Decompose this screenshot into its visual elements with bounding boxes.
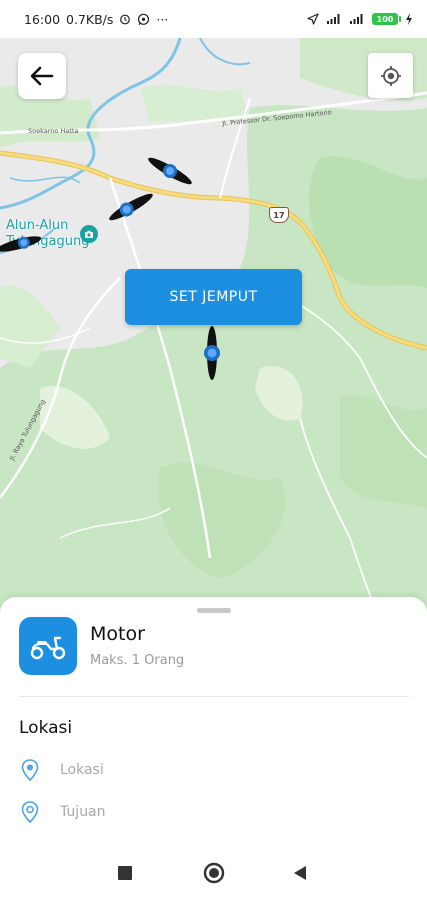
divider xyxy=(19,696,409,697)
pickup-location-field[interactable]: Lokasi xyxy=(19,759,409,781)
pickup-pin-icon xyxy=(19,759,41,781)
pickup-motorbike-icon xyxy=(204,326,220,380)
recent-apps-button[interactable] xyxy=(95,845,155,900)
system-nav-bar xyxy=(0,845,427,900)
back-arrow-icon xyxy=(30,66,54,86)
set-pickup-button[interactable]: SET JEMPUT xyxy=(125,269,302,325)
triangle-back-icon xyxy=(294,865,306,880)
signal-icon xyxy=(326,13,342,25)
destination-location-field[interactable]: Tujuan xyxy=(19,801,409,823)
charging-icon xyxy=(405,13,413,25)
sheet-drag-handle[interactable] xyxy=(197,608,231,613)
square-icon xyxy=(118,865,132,880)
signal-2-icon xyxy=(349,13,365,25)
alarm-icon xyxy=(119,13,131,25)
system-back-button[interactable] xyxy=(270,845,330,900)
network-speed: 0.7KB/s xyxy=(66,11,114,27)
whatsapp-icon xyxy=(137,13,150,26)
location-arrow-icon xyxy=(307,13,319,25)
booking-sheet: Motor Maks. 1 Orang Lokasi Lokasi Tujuan xyxy=(0,597,427,845)
back-button[interactable] xyxy=(18,53,66,99)
road-number-badge: 17 xyxy=(269,207,289,223)
destination-pin-icon xyxy=(19,801,41,823)
status-time: 16:00 xyxy=(24,11,61,27)
vehicle-name: Motor xyxy=(90,623,145,645)
battery-icon: 100 xyxy=(372,13,401,25)
map-road-label: Soekarno Hatta xyxy=(28,127,79,135)
pickup-location-placeholder: Lokasi xyxy=(60,762,104,778)
vehicle-type-badge xyxy=(19,617,77,675)
scooter-icon xyxy=(30,636,66,660)
my-location-button[interactable] xyxy=(368,53,413,98)
destination-location-placeholder: Tujuan xyxy=(60,804,106,820)
status-bar: 16:00 0.7KB/s ··· 100 xyxy=(0,0,427,38)
my-location-icon xyxy=(380,65,401,86)
map-view[interactable]: Soekarno Hatta Jl. Professor Dr. Soepomo… xyxy=(0,38,427,618)
camera-poi-icon[interactable] xyxy=(80,225,98,243)
circle-icon xyxy=(203,862,225,883)
home-button[interactable] xyxy=(184,845,244,900)
location-section-title: Lokasi xyxy=(19,718,73,738)
more-notifications-icon: ··· xyxy=(156,11,169,27)
vehicle-capacity: Maks. 1 Orang xyxy=(90,653,185,668)
